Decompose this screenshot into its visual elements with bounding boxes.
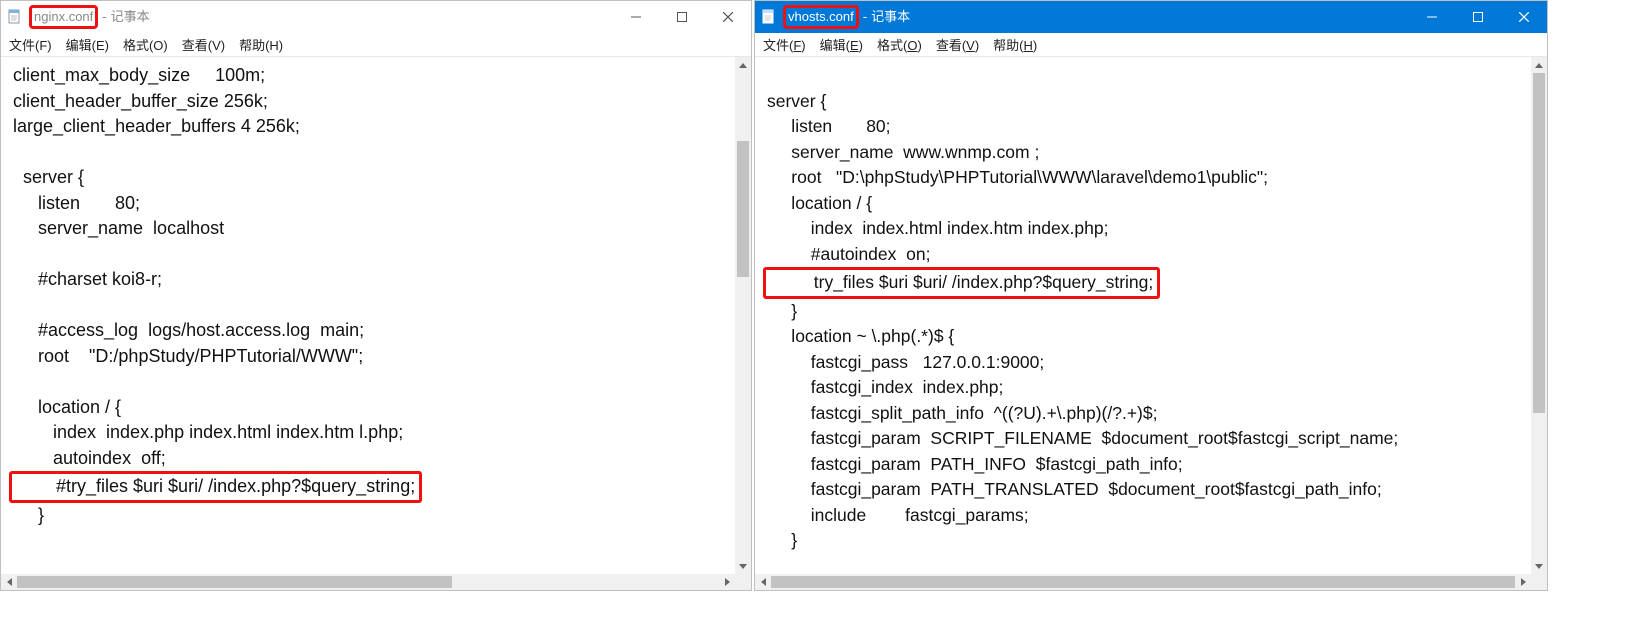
scroll-left-button[interactable]: [1, 574, 17, 590]
vertical-scroll-thumb[interactable]: [1533, 73, 1545, 413]
menu-view[interactable]: 查看(V): [936, 35, 979, 54]
editor-area: client_max_body_size 100m; client_header…: [1, 57, 751, 590]
scroll-up-button[interactable]: [1531, 57, 1547, 73]
menu-format[interactable]: 格式(O): [877, 35, 922, 54]
notepad-icon: [761, 9, 777, 25]
scroll-corner: [1531, 574, 1547, 590]
editor-text-pre: server { listen 80; server_name www.wnmp…: [767, 91, 1268, 264]
maximize-button[interactable]: [1455, 1, 1501, 33]
menu-bar: 文件(F) 编辑(E) 格式(O) 查看(V) 帮助(H): [755, 33, 1547, 57]
horizontal-scroll-track[interactable]: [771, 574, 1515, 590]
scroll-down-button[interactable]: [1531, 558, 1547, 574]
editor-text-post: }: [13, 505, 44, 525]
scroll-right-button[interactable]: [1515, 574, 1531, 590]
vertical-scrollbar[interactable]: [735, 57, 751, 574]
minimize-button[interactable]: [1409, 1, 1455, 33]
notepad-window-left: nginx.conf - 记事本 文件(F) 编辑(E) 格式(O) 查看(V)…: [0, 0, 752, 591]
highlighted-line: try_files $uri $uri/ /index.php?$query_s…: [763, 267, 1160, 299]
vertical-scroll-thumb[interactable]: [737, 141, 749, 277]
menu-file[interactable]: 文件(F): [763, 35, 806, 54]
minimize-button[interactable]: [613, 1, 659, 33]
notepad-window-right: vhosts.conf - 记事本 文件(F) 编辑(E) 格式(O) 查看(V…: [754, 0, 1548, 591]
window-title: nginx.conf - 记事本: [29, 5, 150, 29]
scroll-up-button[interactable]: [735, 57, 751, 73]
titlebar[interactable]: vhosts.conf - 记事本: [755, 1, 1547, 33]
vertical-scroll-track[interactable]: [735, 73, 751, 558]
horizontal-scroll-thumb[interactable]: [771, 576, 1515, 588]
title-filename: vhosts.conf: [783, 5, 859, 29]
horizontal-scrollbar[interactable]: [755, 574, 1531, 590]
title-filename: nginx.conf: [29, 5, 98, 29]
notepad-icon: [7, 9, 23, 25]
text-editor[interactable]: server { listen 80; server_name www.wnmp…: [755, 57, 1531, 574]
menu-file[interactable]: 文件(F): [9, 35, 52, 54]
window-title: vhosts.conf - 记事本: [783, 5, 910, 29]
menu-view[interactable]: 查看(V): [182, 35, 225, 54]
menu-format[interactable]: 格式(O): [123, 35, 168, 54]
horizontal-scroll-track[interactable]: [17, 574, 719, 590]
menu-edit[interactable]: 编辑(E): [66, 35, 109, 54]
editor-text-post: } location ~ \.php(.*)$ { fastcgi_pass 1…: [767, 301, 1398, 551]
scroll-left-button[interactable]: [755, 574, 771, 590]
vertical-scrollbar[interactable]: [1531, 57, 1547, 574]
horizontal-scroll-thumb[interactable]: [17, 576, 452, 588]
vertical-scroll-track[interactable]: [1531, 73, 1547, 558]
horizontal-scrollbar[interactable]: [1, 574, 735, 590]
close-button[interactable]: [1501, 1, 1547, 33]
scroll-corner: [735, 574, 751, 590]
text-editor[interactable]: client_max_body_size 100m; client_header…: [1, 57, 735, 574]
title-app-name: 记事本: [871, 6, 910, 25]
close-button[interactable]: [705, 1, 751, 33]
scroll-right-button[interactable]: [719, 574, 735, 590]
menu-edit[interactable]: 编辑(E): [820, 35, 863, 54]
titlebar[interactable]: nginx.conf - 记事本: [1, 1, 751, 33]
title-app-name: 记事本: [111, 6, 150, 25]
editor-area: server { listen 80; server_name www.wnmp…: [755, 57, 1547, 590]
scroll-down-button[interactable]: [735, 558, 751, 574]
menu-bar: 文件(F) 编辑(E) 格式(O) 查看(V) 帮助(H): [1, 33, 751, 57]
editor-text-pre: client_max_body_size 100m; client_header…: [13, 65, 403, 468]
highlighted-line: #try_files $uri $uri/ /index.php?$query_…: [9, 471, 422, 503]
menu-help[interactable]: 帮助(H): [239, 35, 283, 54]
maximize-button[interactable]: [659, 1, 705, 33]
menu-help[interactable]: 帮助(H): [993, 35, 1037, 54]
